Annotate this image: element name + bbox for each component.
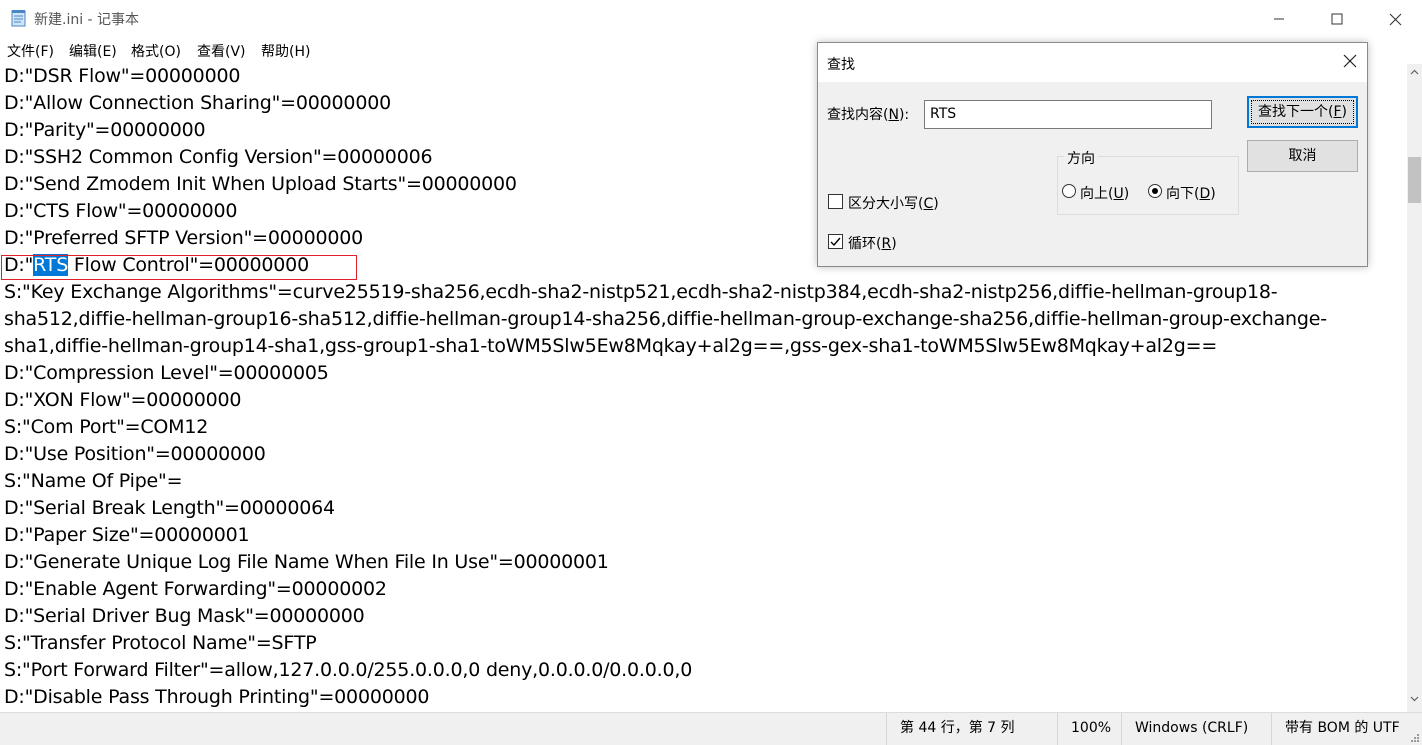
text-line: D:"Paper Size"=00000001 [4, 524, 250, 546]
text-line: S:"Com Port"=COM12 [4, 416, 209, 438]
text-line: D:"Compression Level"=00000005 [4, 362, 329, 384]
cancel-button[interactable]: 取消 [1247, 140, 1358, 172]
text-line: D:"Generate Unique Log File Name When Fi… [4, 551, 609, 573]
dialog-close-icon[interactable] [1343, 54, 1357, 68]
close-button[interactable] [1366, 0, 1422, 38]
text-line: S:"Name Of Pipe"= [4, 470, 183, 492]
text-line: S:"Port Forward Filter"=allow,127.0.0.0/… [4, 659, 693, 681]
direction-label: 方向 [1064, 148, 1098, 168]
menu-edit[interactable]: 编辑(E) [69, 41, 117, 61]
text-line: D:"SSH2 Common Config Version"=00000006 [4, 146, 433, 168]
scroll-up-icon[interactable] [1410, 69, 1419, 75]
direction-down-label[interactable]: 向下(D) [1166, 183, 1216, 203]
find-what-input[interactable]: RTS [924, 100, 1212, 129]
maximize-icon [1331, 13, 1343, 25]
dialog-title-bar: 查找 [818, 43, 1367, 82]
vertical-scrollbar[interactable] [1407, 64, 1422, 712]
direction-up-label[interactable]: 向上(U) [1080, 183, 1129, 203]
resize-grip-icon[interactable] [1410, 733, 1420, 743]
text-line: D:"XON Flow"=00000000 [4, 389, 242, 411]
match-case-checkbox[interactable] [828, 194, 843, 209]
text-line: D:"Disable Pass Through Printing"=000000… [4, 686, 430, 708]
text-line: S:"Transfer Protocol Name"=SFTP [4, 632, 317, 654]
text-line: D:"CTS Flow"=00000000 [4, 200, 238, 222]
status-line-ending: Windows (CRLF) [1121, 713, 1271, 745]
match-case-label[interactable]: 区分大小写(C) [848, 193, 939, 213]
checkmark-icon [830, 237, 841, 247]
text-line: sha512,diffie-hellman-group16-sha512,dif… [4, 308, 1327, 330]
status-zoom: 100% [1057, 713, 1120, 745]
menu-format[interactable]: 格式(O) [131, 41, 181, 61]
wrap-around-label[interactable]: 循环(R) [848, 233, 897, 253]
text-line: D:"DSR Flow"=00000000 [4, 65, 241, 87]
text-line: D:"Send Zmodem Init When Upload Starts"=… [4, 173, 517, 195]
dialog-title: 查找 [827, 57, 855, 73]
notepad-icon [11, 10, 26, 27]
status-encoding: 带有 BOM 的 UTF [1271, 713, 1411, 745]
find-next-button[interactable]: 查找下一个(F) [1247, 96, 1358, 128]
text-line: D:"Serial Break Length"=00000064 [4, 497, 335, 519]
window-title: 新建.ini - 记事本 [34, 12, 140, 28]
annotation-box [1, 255, 357, 280]
find-dialog: 查找 查找内容(N): RTS 查找下一个(F) 取消 方向 向上(U) 向下(… [817, 42, 1368, 267]
close-icon [1389, 13, 1401, 25]
focus-rectangle [1251, 100, 1354, 124]
text-line: D:"Parity"=00000000 [4, 119, 206, 141]
text-line: D:"Serial Driver Bug Mask"=00000000 [4, 605, 365, 627]
title-bar: 新建.ini - 记事本 [0, 0, 1422, 38]
minimize-icon [1274, 18, 1284, 20]
status-bar: 第 44 行，第 7 列 100% Windows (CRLF) 带有 BOM … [0, 712, 1422, 745]
maximize-button[interactable] [1308, 0, 1366, 38]
status-cursor-position: 第 44 行，第 7 列 [886, 713, 1056, 745]
wrap-around-checkbox[interactable] [828, 234, 843, 249]
menu-help[interactable]: 帮助(H) [261, 41, 310, 61]
scrollbar-thumb[interactable] [1408, 157, 1421, 203]
text-line: D:"Allow Connection Sharing"=00000000 [4, 92, 391, 114]
scroll-down-icon[interactable] [1410, 696, 1419, 702]
text-line: D:"Use Position"=00000000 [4, 443, 266, 465]
menu-file[interactable]: 文件(F) [7, 41, 54, 61]
text-line: sha1,diffie-hellman-group14-sha1,gss-gro… [4, 335, 1218, 357]
menu-view[interactable]: 查看(V) [197, 41, 246, 61]
text-line: D:"Enable Agent Forwarding"=00000002 [4, 578, 387, 600]
direction-down-radio[interactable] [1148, 184, 1162, 198]
direction-up-radio[interactable] [1062, 184, 1076, 198]
minimize-button[interactable] [1250, 0, 1308, 38]
text-line: S:"Key Exchange Algorithms"=curve25519-s… [4, 281, 1278, 303]
find-what-label: 查找内容(N): [827, 107, 910, 123]
text-line: D:"Preferred SFTP Version"=00000000 [4, 227, 364, 249]
